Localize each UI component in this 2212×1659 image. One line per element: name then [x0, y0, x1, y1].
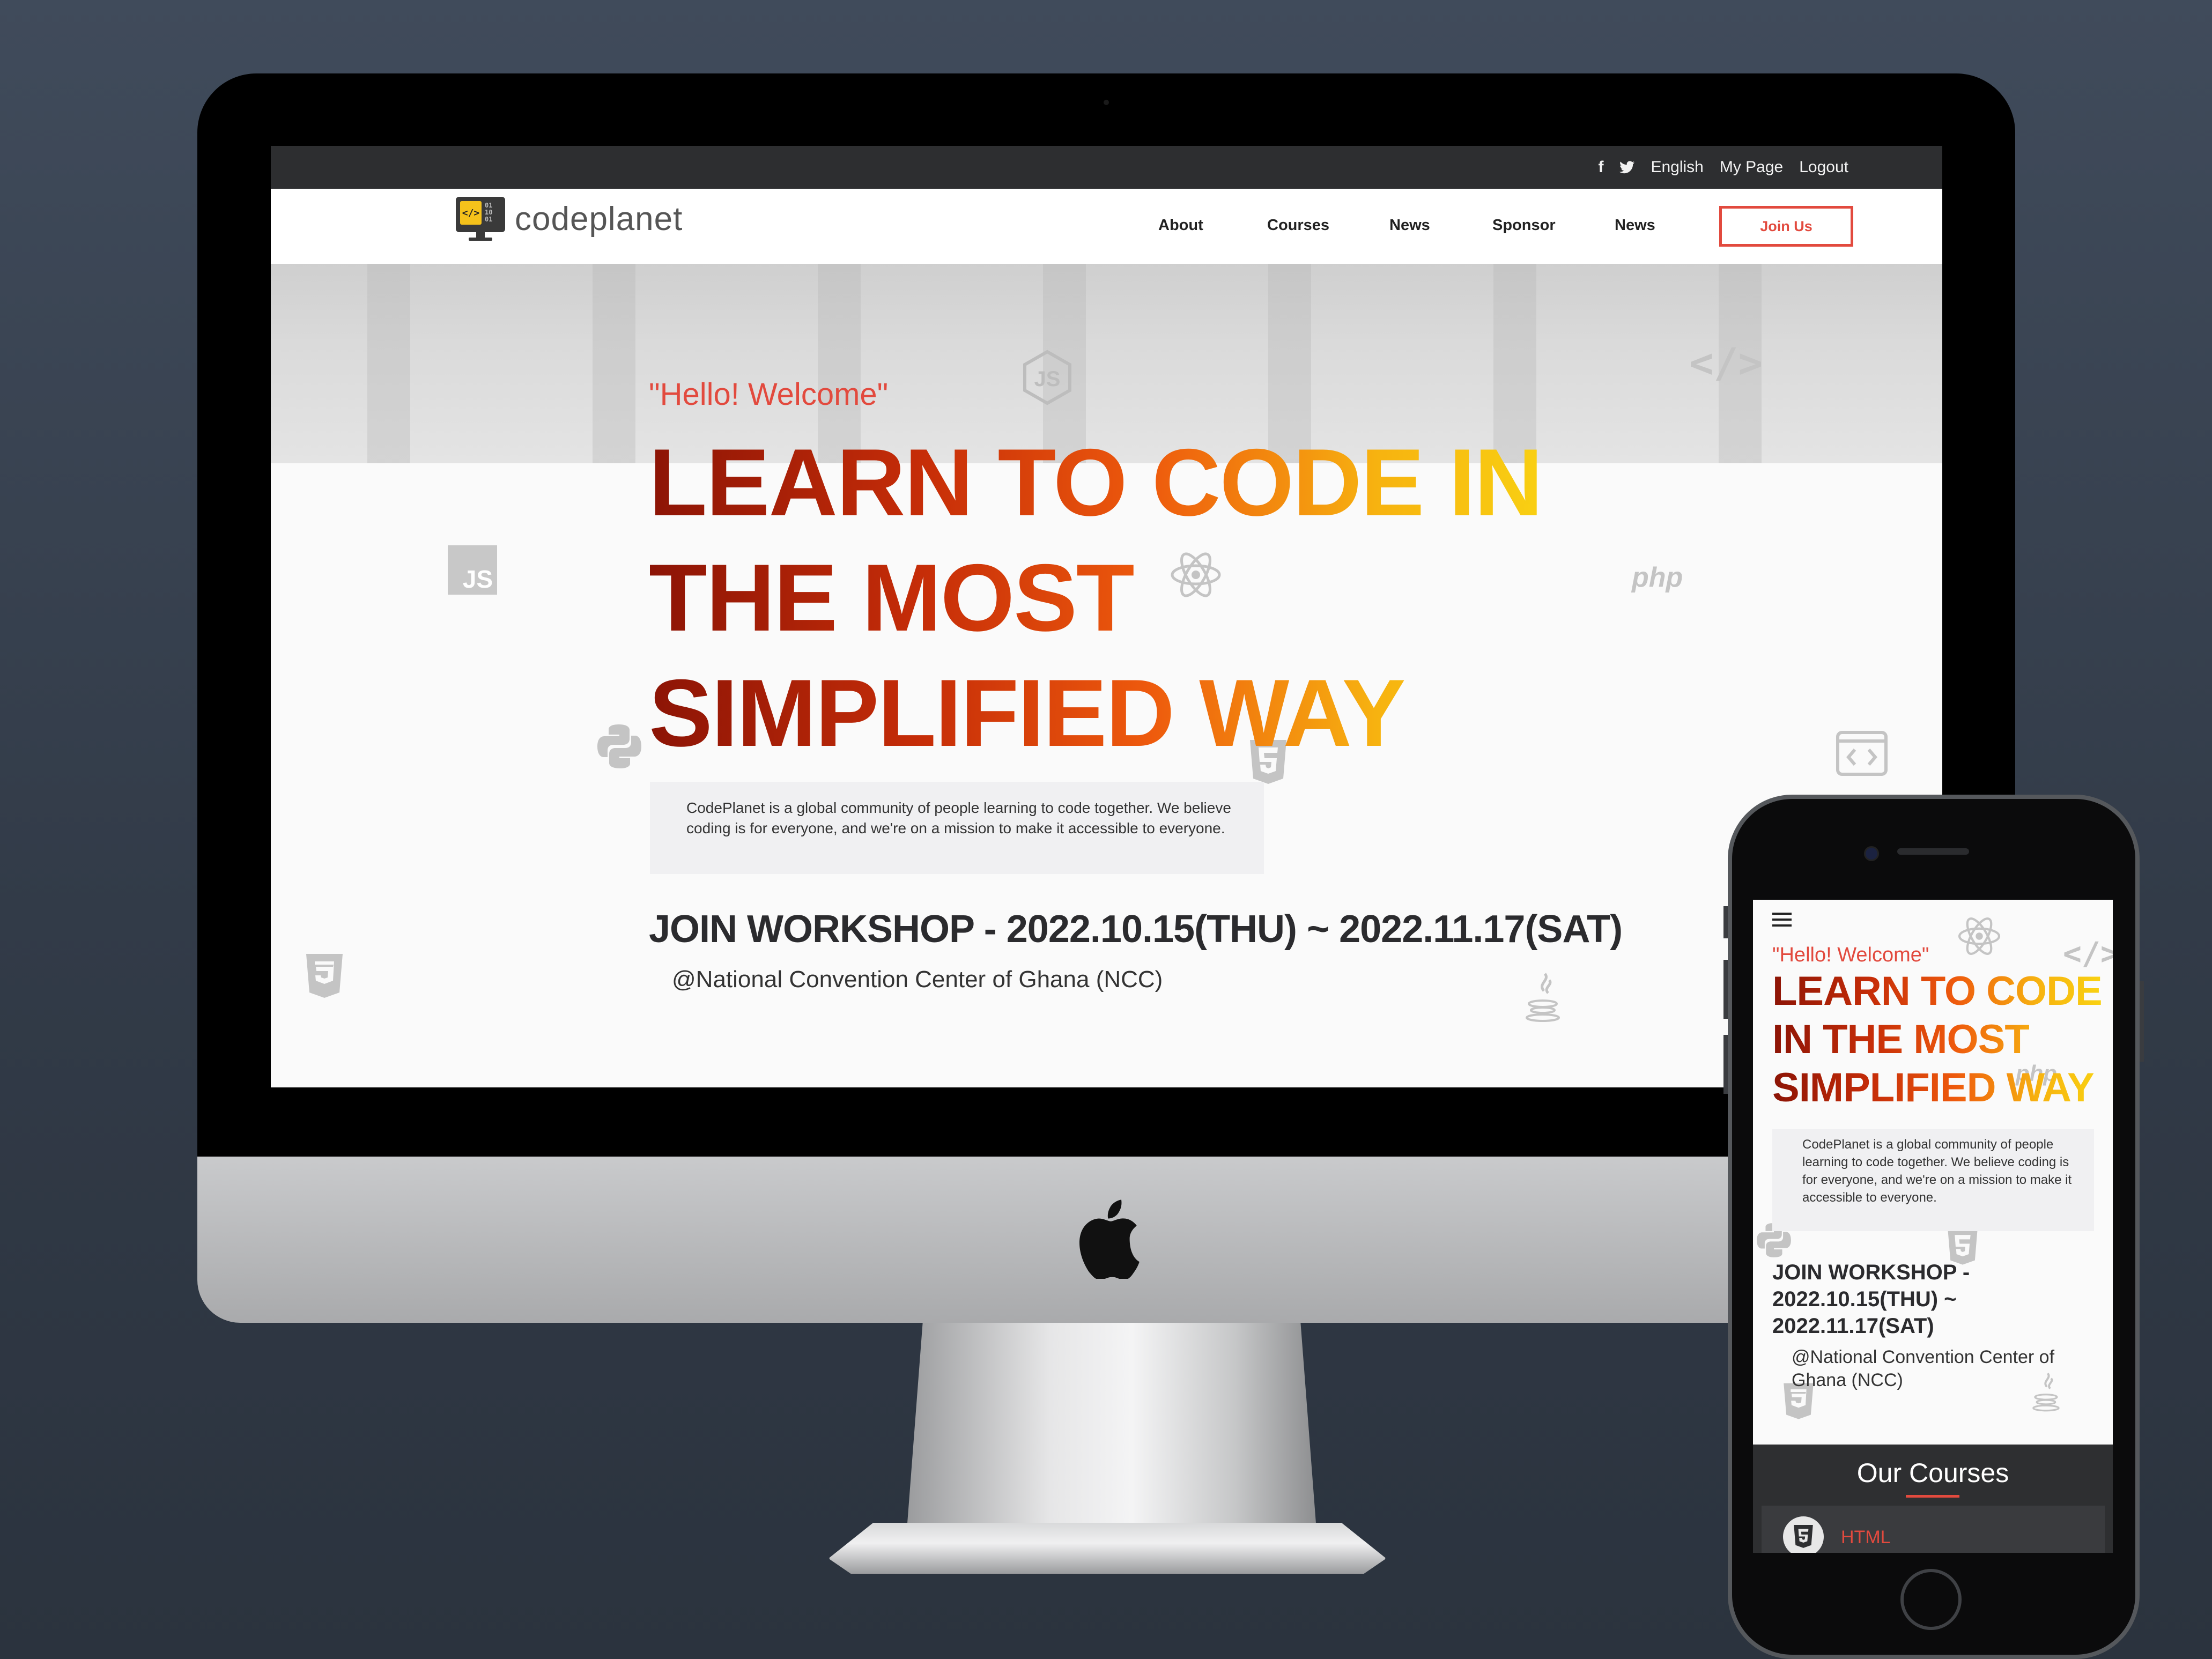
imac-stand-foot [828, 1523, 1386, 1574]
site-logo[interactable]: </> 01 10 01 codeplanet [456, 197, 683, 241]
facebook-icon[interactable]: f [1598, 158, 1603, 176]
imac-stand-neck [906, 1323, 1317, 1537]
apple-logo-icon [1079, 1199, 1140, 1279]
nav-sponsor[interactable]: Sponsor [1492, 217, 1556, 234]
workshop-venue: @National Convention Center of Ghana (NC… [672, 966, 1163, 993]
mobile-hero-headline: LEARN TO CODE IN THE MOST SIMPLIFIED WAY [1772, 967, 2105, 1112]
phone-speaker [1897, 848, 1969, 855]
javascript-icon: JS [448, 545, 497, 595]
code-tag-icon: </> [2063, 935, 2113, 972]
mobile-headline-line-1: LEARN TO CODE [1772, 968, 2102, 1014]
mobile-screen: </> php "Hello! Welcome" LEARN TO CODE I… [1753, 900, 2113, 1553]
phone-front-camera [1864, 846, 1879, 861]
logout-link[interactable]: Logout [1799, 158, 1848, 176]
nav-about[interactable]: About [1158, 217, 1203, 234]
hero-description: CodePlanet is a global community of peop… [650, 782, 1264, 874]
nodejs-icon: JS [1023, 350, 1071, 405]
code-window-icon [1836, 731, 1888, 776]
react-icon [1958, 917, 2001, 955]
hamburger-menu-icon[interactable] [1771, 910, 1793, 929]
nav-news[interactable]: News [1389, 217, 1430, 234]
logo-text: codeplanet [515, 200, 683, 238]
svg-text:JS: JS [1034, 367, 1061, 391]
mobile-headline-line-3: SIMPLIFIED WAY [1772, 1065, 2094, 1110]
course-label-html[interactable]: HTML [1841, 1527, 1891, 1548]
mobile-hero-description: CodePlanet is a global community of peop… [1772, 1129, 2094, 1231]
desktop-screen: f English My Page Logout </> 01 10 01 code… [271, 146, 1942, 1087]
workshop-title: JOIN WORKSHOP - 2022.10.15(THU) ~ 2022.1… [649, 908, 1623, 951]
php-icon: php [1632, 562, 1683, 593]
my-page-link[interactable]: My Page [1720, 158, 1783, 176]
language-link[interactable]: English [1651, 158, 1703, 176]
mobile-workshop-venue: @National Convention Center of Ghana (NC… [1792, 1347, 2055, 1390]
logo-monitor-icon: </> 01 10 01 [456, 197, 505, 241]
code-tag-icon: </> [1689, 339, 1763, 387]
courses-title: Our Courses [1856, 1458, 2009, 1488]
hero-headline: LEARN TO CODE IN THE MOST SIMPLIFIED WAY [649, 425, 1560, 771]
html5-icon [1783, 1516, 1824, 1553]
mobile-headline-line-2: IN THE MOST [1772, 1017, 2029, 1062]
java-icon [1526, 973, 1560, 1022]
python-icon [597, 724, 641, 768]
hero-greeting: "Hello! Welcome" [649, 377, 889, 412]
mobile-hero-greeting: "Hello! Welcome" [1772, 944, 1929, 966]
nav-courses[interactable]: Courses [1267, 217, 1329, 234]
nav-news-2[interactable]: News [1615, 217, 1655, 234]
css3-icon [306, 954, 343, 998]
join-us-button[interactable]: Join Us [1719, 206, 1853, 247]
mobile-workshop-title: JOIN WORKSHOP - 2022.10.15(THU) ~ 2022.1… [1772, 1261, 1970, 1338]
top-utility-links: f English My Page Logout [1598, 146, 1848, 189]
courses-title-underline [1906, 1495, 1959, 1498]
twitter-icon[interactable] [1619, 161, 1635, 174]
imac-camera [1104, 100, 1109, 105]
phone-home-button [1900, 1569, 1962, 1630]
